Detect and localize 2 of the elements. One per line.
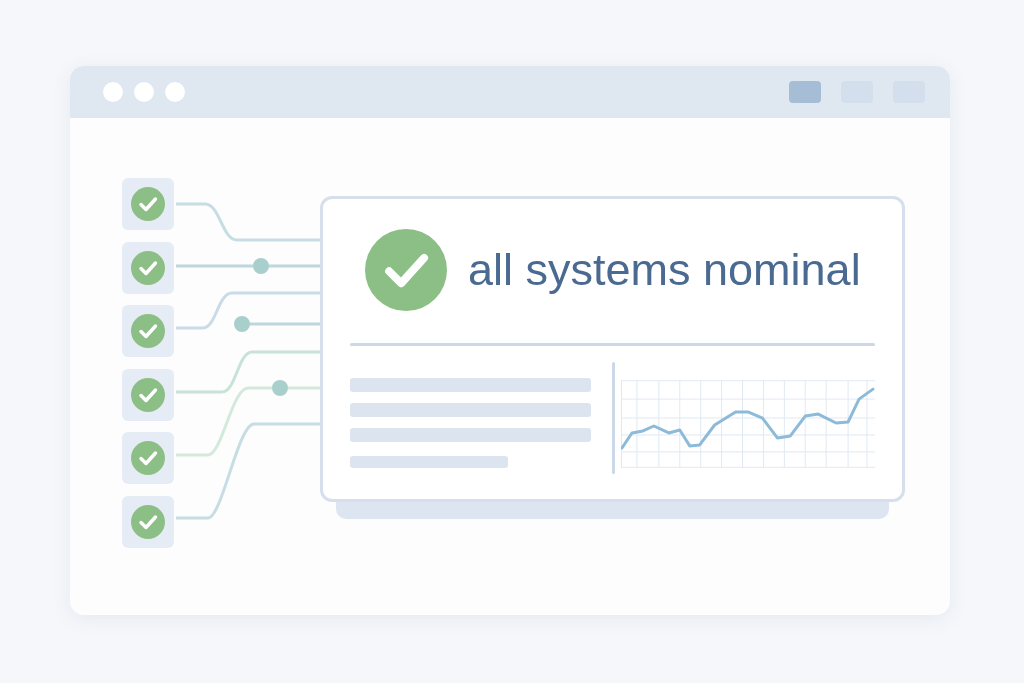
titlebar-button[interactable] — [789, 81, 821, 103]
status-title: all systems nominal — [468, 243, 861, 297]
